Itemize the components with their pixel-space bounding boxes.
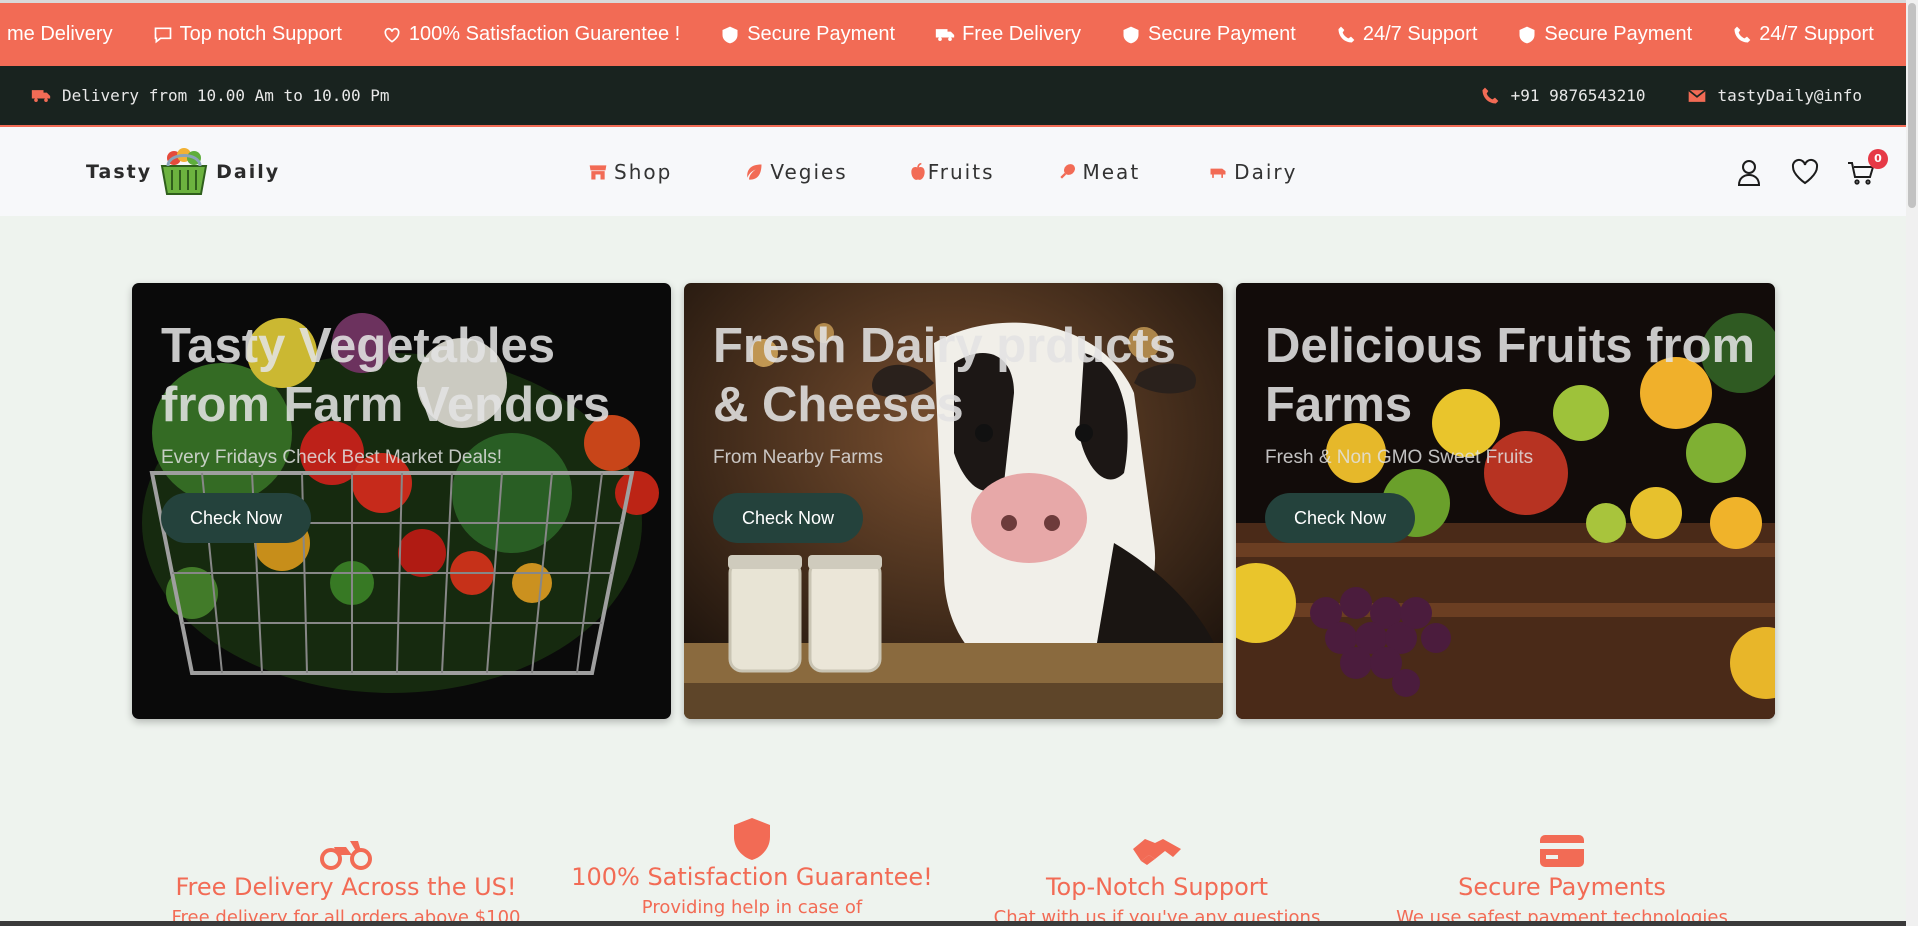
nav-fruits[interactable]: Fruits: [908, 160, 995, 184]
page-scrollbar[interactable]: [1906, 0, 1918, 926]
feature-free-delivery: Free Delivery Across the US! Free delive…: [136, 831, 556, 926]
marquee-item: Secure Payment: [720, 23, 895, 46]
marquee-item: Top notch Support: [153, 23, 342, 46]
truck-icon: [31, 89, 51, 102]
cart-count-badge: 0: [1868, 148, 1888, 169]
shield-icon: [1123, 26, 1139, 43]
handshake-icon: [1133, 839, 1181, 865]
envelope-icon: [1687, 89, 1706, 102]
shield-icon: [734, 818, 770, 860]
cow-icon: [1210, 168, 1226, 178]
marquee-item: 24/7 Support: [1336, 23, 1477, 46]
chat-icon: [154, 27, 171, 43]
user-icon: [1737, 159, 1761, 186]
marquee-item: me Delivery: [7, 23, 113, 45]
cart-button[interactable]: 0: [1846, 148, 1888, 187]
phone-contact[interactable]: +91 9876543210: [1479, 86, 1646, 106]
nav-dairy[interactable]: Dairy: [1208, 160, 1297, 184]
feature-desc: Providing help in case of: [641, 897, 863, 918]
motorcycle-icon: [320, 841, 372, 870]
shield-icon: [722, 26, 738, 43]
feature-title: 100% Satisfaction Guarantee!: [571, 863, 933, 891]
phone-icon: [1482, 87, 1498, 103]
marquee-item: Secure Payment: [1121, 23, 1296, 46]
account-button[interactable]: [1734, 157, 1764, 187]
marquee-item: Free Delivery: [935, 23, 1081, 46]
main-content: Tasty Vegetables from Farm Vendors Every…: [0, 216, 1906, 926]
feature-satisfaction: 100% Satisfaction Guarantee! Providing h…: [542, 817, 962, 918]
drumstick-icon: [1059, 163, 1075, 179]
truck-icon: [935, 28, 955, 41]
feature-secure-payments: Secure Payments We use safest payment te…: [1352, 831, 1772, 926]
phone-icon: [1338, 26, 1355, 42]
shield-icon: [1519, 26, 1535, 43]
feature-support: Top-Notch Support Chat with us if you've…: [947, 831, 1367, 926]
heart-icon: [1791, 158, 1819, 184]
basket-logo-icon: [160, 148, 208, 195]
credit-card-icon: [1540, 835, 1584, 867]
wishlist-button[interactable]: [1790, 157, 1820, 187]
marquee-item: 24/7 Support: [1732, 23, 1874, 46]
info-bar: Delivery from 10.00 Am to 10.00 Pm +91 9…: [0, 66, 1906, 127]
phone-icon: [1734, 26, 1751, 42]
features-row: Free Delivery Across the US! Free delive…: [0, 216, 1906, 926]
marquee-item: Secure Payment: [1517, 23, 1692, 46]
shop-icon: [589, 164, 607, 179]
feature-title: Secure Payments: [1458, 873, 1666, 901]
email-contact[interactable]: tastyDaily@info: [1686, 86, 1862, 106]
scrollbar-thumb[interactable]: [1908, 3, 1916, 208]
main-nav: Tasty Daily Shop Vegies Fruits Meat Dair…: [0, 127, 1906, 216]
apple-icon: [911, 162, 925, 180]
feature-title: Free Delivery Across the US!: [175, 873, 517, 901]
nav-meat[interactable]: Meat: [1057, 160, 1141, 184]
delivery-hours: Delivery from 10.00 Am to 10.00 Pm: [30, 66, 390, 125]
feature-title: Top-Notch Support: [1045, 873, 1269, 901]
heart-icon: [384, 27, 400, 43]
leaf-icon: [747, 164, 762, 180]
nav-vegies[interactable]: Vegies: [744, 160, 847, 184]
marquee-item: 100% Satisfaction Guarentee !: [382, 23, 680, 46]
announcement-marquee: me Delivery Top notch Support 100% Satis…: [0, 0, 1906, 66]
brand-logo[interactable]: Tasty Daily: [86, 145, 280, 199]
nav-shop[interactable]: Shop: [588, 160, 672, 184]
window-bottom-edge: [0, 921, 1906, 926]
